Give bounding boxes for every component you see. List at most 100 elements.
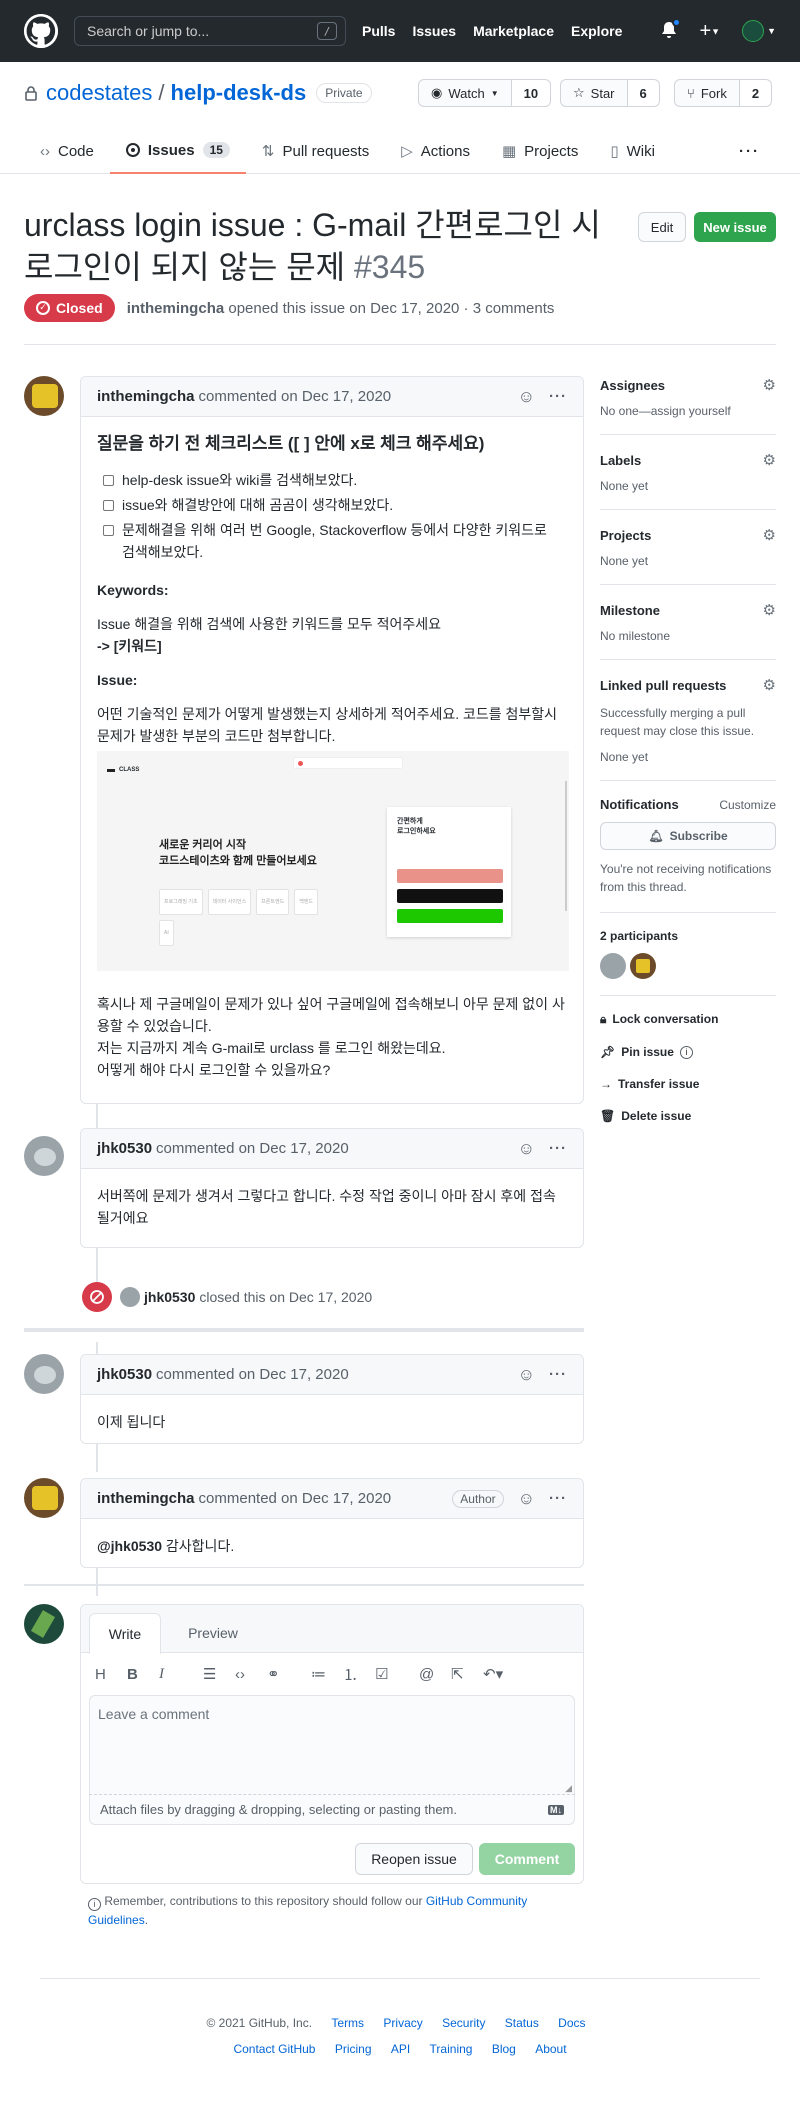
attach-bar[interactable]: Attach files by dragging & dropping, sel… (89, 1795, 575, 1825)
milestone-heading[interactable]: Milestone (600, 603, 660, 618)
smiley-icon[interactable]: ☺ (518, 1365, 535, 1385)
comment-button[interactable]: Comment (479, 1843, 575, 1875)
edit-button[interactable]: Edit (638, 212, 686, 242)
transfer-issue-link[interactable]: → Transfer issue (600, 1077, 776, 1091)
repo-name-link[interactable]: help-desk-ds (171, 80, 307, 106)
reopen-issue-button[interactable]: Reopen issue (355, 1843, 473, 1875)
smiley-icon[interactable]: ☺ (518, 387, 535, 407)
checkbox[interactable] (103, 500, 114, 511)
comment-textarea[interactable]: Leave a comment ◢ (89, 1695, 575, 1795)
gear-icon[interactable]: ⚙ (763, 601, 776, 619)
quote-icon[interactable]: ☰ (203, 1665, 235, 1683)
unordered-list-icon[interactable]: ≔ (311, 1665, 343, 1683)
event-actor[interactable]: jhk0530 (144, 1289, 195, 1305)
checkbox[interactable] (103, 475, 114, 486)
nav-issues[interactable]: Issues (412, 23, 456, 39)
star-count[interactable]: 6 (627, 79, 660, 107)
footer-link-blog[interactable]: Blog (492, 2042, 516, 2056)
search-input[interactable]: Search or jump to... / (74, 16, 346, 46)
kebab-horizontal-icon[interactable]: ··· (549, 1366, 567, 1383)
fork-count[interactable]: 2 (739, 79, 773, 107)
footer-link-training[interactable]: Training (430, 2042, 473, 2056)
checkbox[interactable] (103, 525, 114, 536)
footer-link-pricing[interactable]: Pricing (335, 2042, 372, 2056)
smiley-icon[interactable]: ☺ (518, 1489, 535, 1509)
footer-link-status[interactable]: Status (505, 2016, 539, 2030)
avatar[interactable] (24, 1354, 64, 1394)
bold-icon[interactable]: B (127, 1666, 159, 1683)
pin-issue-link[interactable]: 📌︎ Pin issue i (600, 1045, 776, 1059)
avatar[interactable] (600, 953, 626, 979)
projects-heading[interactable]: Projects (600, 528, 651, 543)
markdown-icon[interactable]: M↓ (548, 1804, 564, 1815)
avatar[interactable] (630, 953, 656, 979)
nav-marketplace[interactable]: Marketplace (473, 23, 554, 39)
kebab-horizontal-icon[interactable]: ··· (549, 1490, 567, 1507)
reply-icon[interactable]: ↶▾ (483, 1665, 515, 1683)
new-issue-button[interactable]: New issue (694, 212, 776, 242)
footer-link-about[interactable]: About (535, 2042, 566, 2056)
footer-link-privacy[interactable]: Privacy (383, 2016, 422, 2030)
tasklist-icon[interactable]: ☑ (375, 1665, 419, 1683)
code-icon[interactable]: ‹› (235, 1666, 267, 1683)
avatar[interactable] (24, 376, 64, 416)
kebab-horizontal-icon[interactable]: ··· (549, 388, 567, 405)
tab-write[interactable]: Write (89, 1613, 161, 1654)
tab-preview[interactable]: Preview (177, 1613, 249, 1653)
labels-heading[interactable]: Labels (600, 453, 641, 468)
plus-icon[interactable]: +▼ (699, 20, 720, 43)
subscribe-button[interactable]: 🔔︎ Subscribe (600, 822, 776, 850)
avatar[interactable] (24, 1604, 64, 1644)
resize-handle-icon[interactable]: ◢ (565, 1783, 572, 1794)
screenshot-image[interactable]: CLASS 새로운 커리어 시작 코드스테이츠와 함께 만들어보세요 프로그래밍 … (97, 751, 569, 971)
tab-wiki[interactable]: ▯ Wiki (594, 128, 671, 174)
more-tabs-button[interactable]: ··· (723, 128, 776, 174)
link-icon[interactable]: ⚭ (267, 1665, 311, 1683)
assignees-value[interactable]: No one—assign yourself (600, 404, 776, 418)
comment-author[interactable]: inthemingcha (97, 1490, 195, 1507)
repo-owner-link[interactable]: codestates (46, 80, 152, 106)
avatar[interactable] (24, 1136, 64, 1176)
footer-link-contact[interactable]: Contact GitHub (233, 2042, 315, 2056)
assignees-heading[interactable]: Assignees (600, 378, 665, 393)
kebab-horizontal-icon[interactable]: ··· (549, 1140, 567, 1157)
issue-author-link[interactable]: inthemingcha (127, 300, 225, 317)
github-logo-icon[interactable] (24, 14, 58, 48)
lock-conversation-link[interactable]: 🔒︎ Lock conversation (600, 1012, 776, 1027)
watch-count[interactable]: 10 (511, 79, 552, 107)
italic-icon[interactable]: I (159, 1666, 203, 1683)
gear-icon[interactable]: ⚙ (763, 376, 776, 394)
footer-link-api[interactable]: API (391, 2042, 410, 2056)
nav-explore[interactable]: Explore (571, 23, 622, 39)
customize-link[interactable]: Customize (719, 798, 776, 812)
gear-icon[interactable]: ⚙ (763, 451, 776, 469)
tab-projects[interactable]: ▦ Projects (486, 128, 594, 174)
tab-pull-requests[interactable]: ⇅ Pull requests (246, 128, 385, 174)
tab-code[interactable]: ‹› Code (24, 128, 110, 174)
comment-author[interactable]: jhk0530 (97, 1140, 152, 1157)
gear-icon[interactable]: ⚙ (763, 676, 776, 694)
comment-author[interactable]: inthemingcha (97, 388, 195, 405)
nav-pulls[interactable]: Pulls (362, 23, 395, 39)
tab-actions[interactable]: ▷ Actions (385, 128, 486, 174)
cross-reference-icon[interactable]: ⇱ (451, 1665, 483, 1683)
footer-link-security[interactable]: Security (442, 2016, 485, 2030)
bell-icon[interactable] (661, 17, 682, 42)
delete-issue-link[interactable]: 🗑︎ Delete issue (600, 1109, 776, 1123)
watch-button[interactable]: ◉ Watch ▼ (418, 79, 512, 107)
gear-icon[interactable]: ⚙ (763, 526, 776, 544)
user-avatar-menu[interactable]: ▼ (742, 20, 776, 42)
tab-issues[interactable]: Issues 15 (109, 128, 246, 174)
linked-prs-heading[interactable]: Linked pull requests (600, 678, 726, 693)
user-mention[interactable]: @jhk0530 (97, 1538, 162, 1554)
star-button[interactable]: ☆ Star (560, 79, 628, 107)
heading-icon[interactable]: H (95, 1666, 127, 1683)
fork-button[interactable]: ⑂ Fork (674, 79, 740, 107)
ordered-list-icon[interactable]: ⒈ (343, 1664, 375, 1685)
avatar[interactable] (120, 1287, 140, 1307)
footer-link-docs[interactable]: Docs (558, 2016, 585, 2030)
mention-icon[interactable]: @ (419, 1666, 451, 1683)
avatar[interactable] (24, 1478, 64, 1518)
footer-link-terms[interactable]: Terms (331, 2016, 364, 2030)
comment-author[interactable]: jhk0530 (97, 1366, 152, 1383)
